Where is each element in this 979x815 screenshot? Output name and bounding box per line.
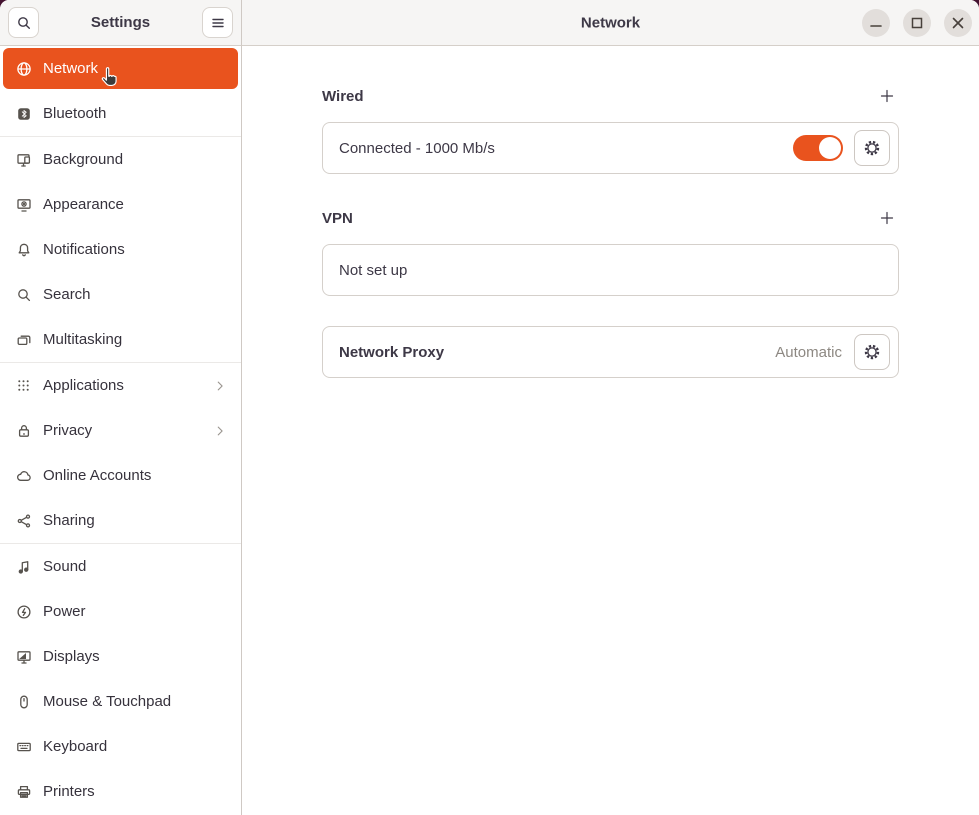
network-proxy-label: Network Proxy [339,344,444,361]
gear-icon [863,139,881,157]
window-controls [862,9,972,37]
sidebar-item-label: Sound [43,558,227,575]
sidebar-item-sharing[interactable]: Sharing [0,498,241,543]
printer-icon [16,784,32,800]
sidebar-item-online-accounts[interactable]: Online Accounts [0,453,241,498]
sidebar-item-sound[interactable]: Sound [0,544,241,589]
cloud-icon [16,468,32,484]
sidebar-item-label: Printers [43,783,227,800]
proxy-section: Network Proxy Automatic [322,326,899,378]
keyboard-icon [16,739,32,755]
toggle-knob [819,137,841,159]
wired-connection-row[interactable]: Connected - 1000 Mb/s [323,123,898,173]
sidebar-item-label: Search [43,286,227,303]
sidebar-item-notifications[interactable]: Notifications [0,227,241,272]
chevron-right-icon [213,424,227,438]
sidebar-item-search[interactable]: Search [0,272,241,317]
globe-icon [16,61,32,77]
search-icon [16,15,32,31]
sidebar-item-label: Privacy [43,422,213,439]
page-title: Network [581,14,640,31]
vpn-heading: VPN [322,210,353,227]
vpn-status-row: Not set up [323,245,898,295]
sidebar-item-power[interactable]: Power [0,589,241,634]
sidebar-item-printers[interactable]: Printers [0,769,241,814]
sidebar-item-label: Multitasking [43,331,227,348]
plus-icon [879,88,895,104]
wired-connection-label: Connected - 1000 Mb/s [339,140,495,157]
multitasking-icon [16,332,32,348]
apps-grid-icon [16,378,32,394]
sidebar-item-label: Appearance [43,196,227,213]
sidebar-item-label: Online Accounts [43,467,227,484]
sidebar-item-background[interactable]: Background [0,137,241,182]
background-icon [16,152,32,168]
bell-icon [16,242,32,258]
sidebar-item-multitasking[interactable]: Multitasking [0,317,241,362]
sidebar-item-mouse-touchpad[interactable]: Mouse & Touchpad [0,679,241,724]
minimize-button[interactable] [862,9,890,37]
mouse-icon [16,694,32,710]
chevron-right-icon [213,379,227,393]
proxy-mode-value: Automatic [775,344,842,361]
sidebar-item-label: Background [43,151,227,168]
wired-heading: Wired [322,88,364,105]
settings-sidebar: Network Bluetooth Background Appearance Noti… [0,46,242,815]
main-panel: Wired Connected - 1000 Mb/s [242,46,979,815]
sidebar-item-label: Notifications [43,241,227,258]
hamburger-menu-icon [210,15,226,31]
bluetooth-icon [16,106,32,122]
maximize-icon [903,9,931,37]
proxy-settings-button[interactable] [854,334,890,370]
network-proxy-row[interactable]: Network Proxy Automatic [323,327,898,377]
sidebar-title: Settings [91,14,150,31]
wired-section: Wired Connected - 1000 Mb/s [322,86,899,174]
share-icon [16,513,32,529]
sidebar-item-label: Applications [43,377,213,394]
sidebar-item-keyboard[interactable]: Keyboard [0,724,241,769]
vpn-status-label: Not set up [339,262,407,279]
add-wired-connection-button[interactable] [875,84,899,108]
add-vpn-button[interactable] [875,206,899,230]
primary-menu-button[interactable] [202,7,233,38]
sidebar-item-bluetooth[interactable]: Bluetooth [0,91,241,136]
wired-card: Connected - 1000 Mb/s [322,122,899,174]
sidebar-item-label: Mouse & Touchpad [43,693,227,710]
search-button[interactable] [8,7,39,38]
sidebar-item-displays[interactable]: Displays [0,634,241,679]
sidebar-item-label: Bluetooth [43,105,227,122]
sidebar-item-label: Displays [43,648,227,665]
sidebar-item-label: Sharing [43,512,227,529]
sidebar-item-privacy[interactable]: Privacy [0,408,241,453]
maximize-button[interactable] [903,9,931,37]
gear-icon [863,343,881,361]
sidebar-item-network[interactable]: Network [3,48,238,89]
sidebar-headerbar: Settings [0,0,242,46]
main-headerbar: Network [242,0,979,46]
proxy-card: Network Proxy Automatic [322,326,899,378]
wired-toggle[interactable] [793,135,843,161]
display-icon [16,649,32,665]
search-icon [16,287,32,303]
close-button[interactable] [944,9,972,37]
sidebar-item-appearance[interactable]: Appearance [0,182,241,227]
wired-settings-button[interactable] [854,130,890,166]
vpn-card: Not set up [322,244,899,296]
appearance-icon [16,197,32,213]
close-icon [944,9,972,37]
vpn-section: VPN Not set up [322,208,899,296]
minimize-icon [862,9,890,37]
sidebar-item-applications[interactable]: Applications [0,363,241,408]
lock-icon [16,423,32,439]
plus-icon [879,210,895,226]
sidebar-item-label: Network [43,60,224,77]
music-note-icon [16,559,32,575]
sidebar-item-label: Keyboard [43,738,227,755]
settings-window: Settings Network [0,0,979,815]
power-icon [16,604,32,620]
sidebar-item-label: Power [43,603,227,620]
